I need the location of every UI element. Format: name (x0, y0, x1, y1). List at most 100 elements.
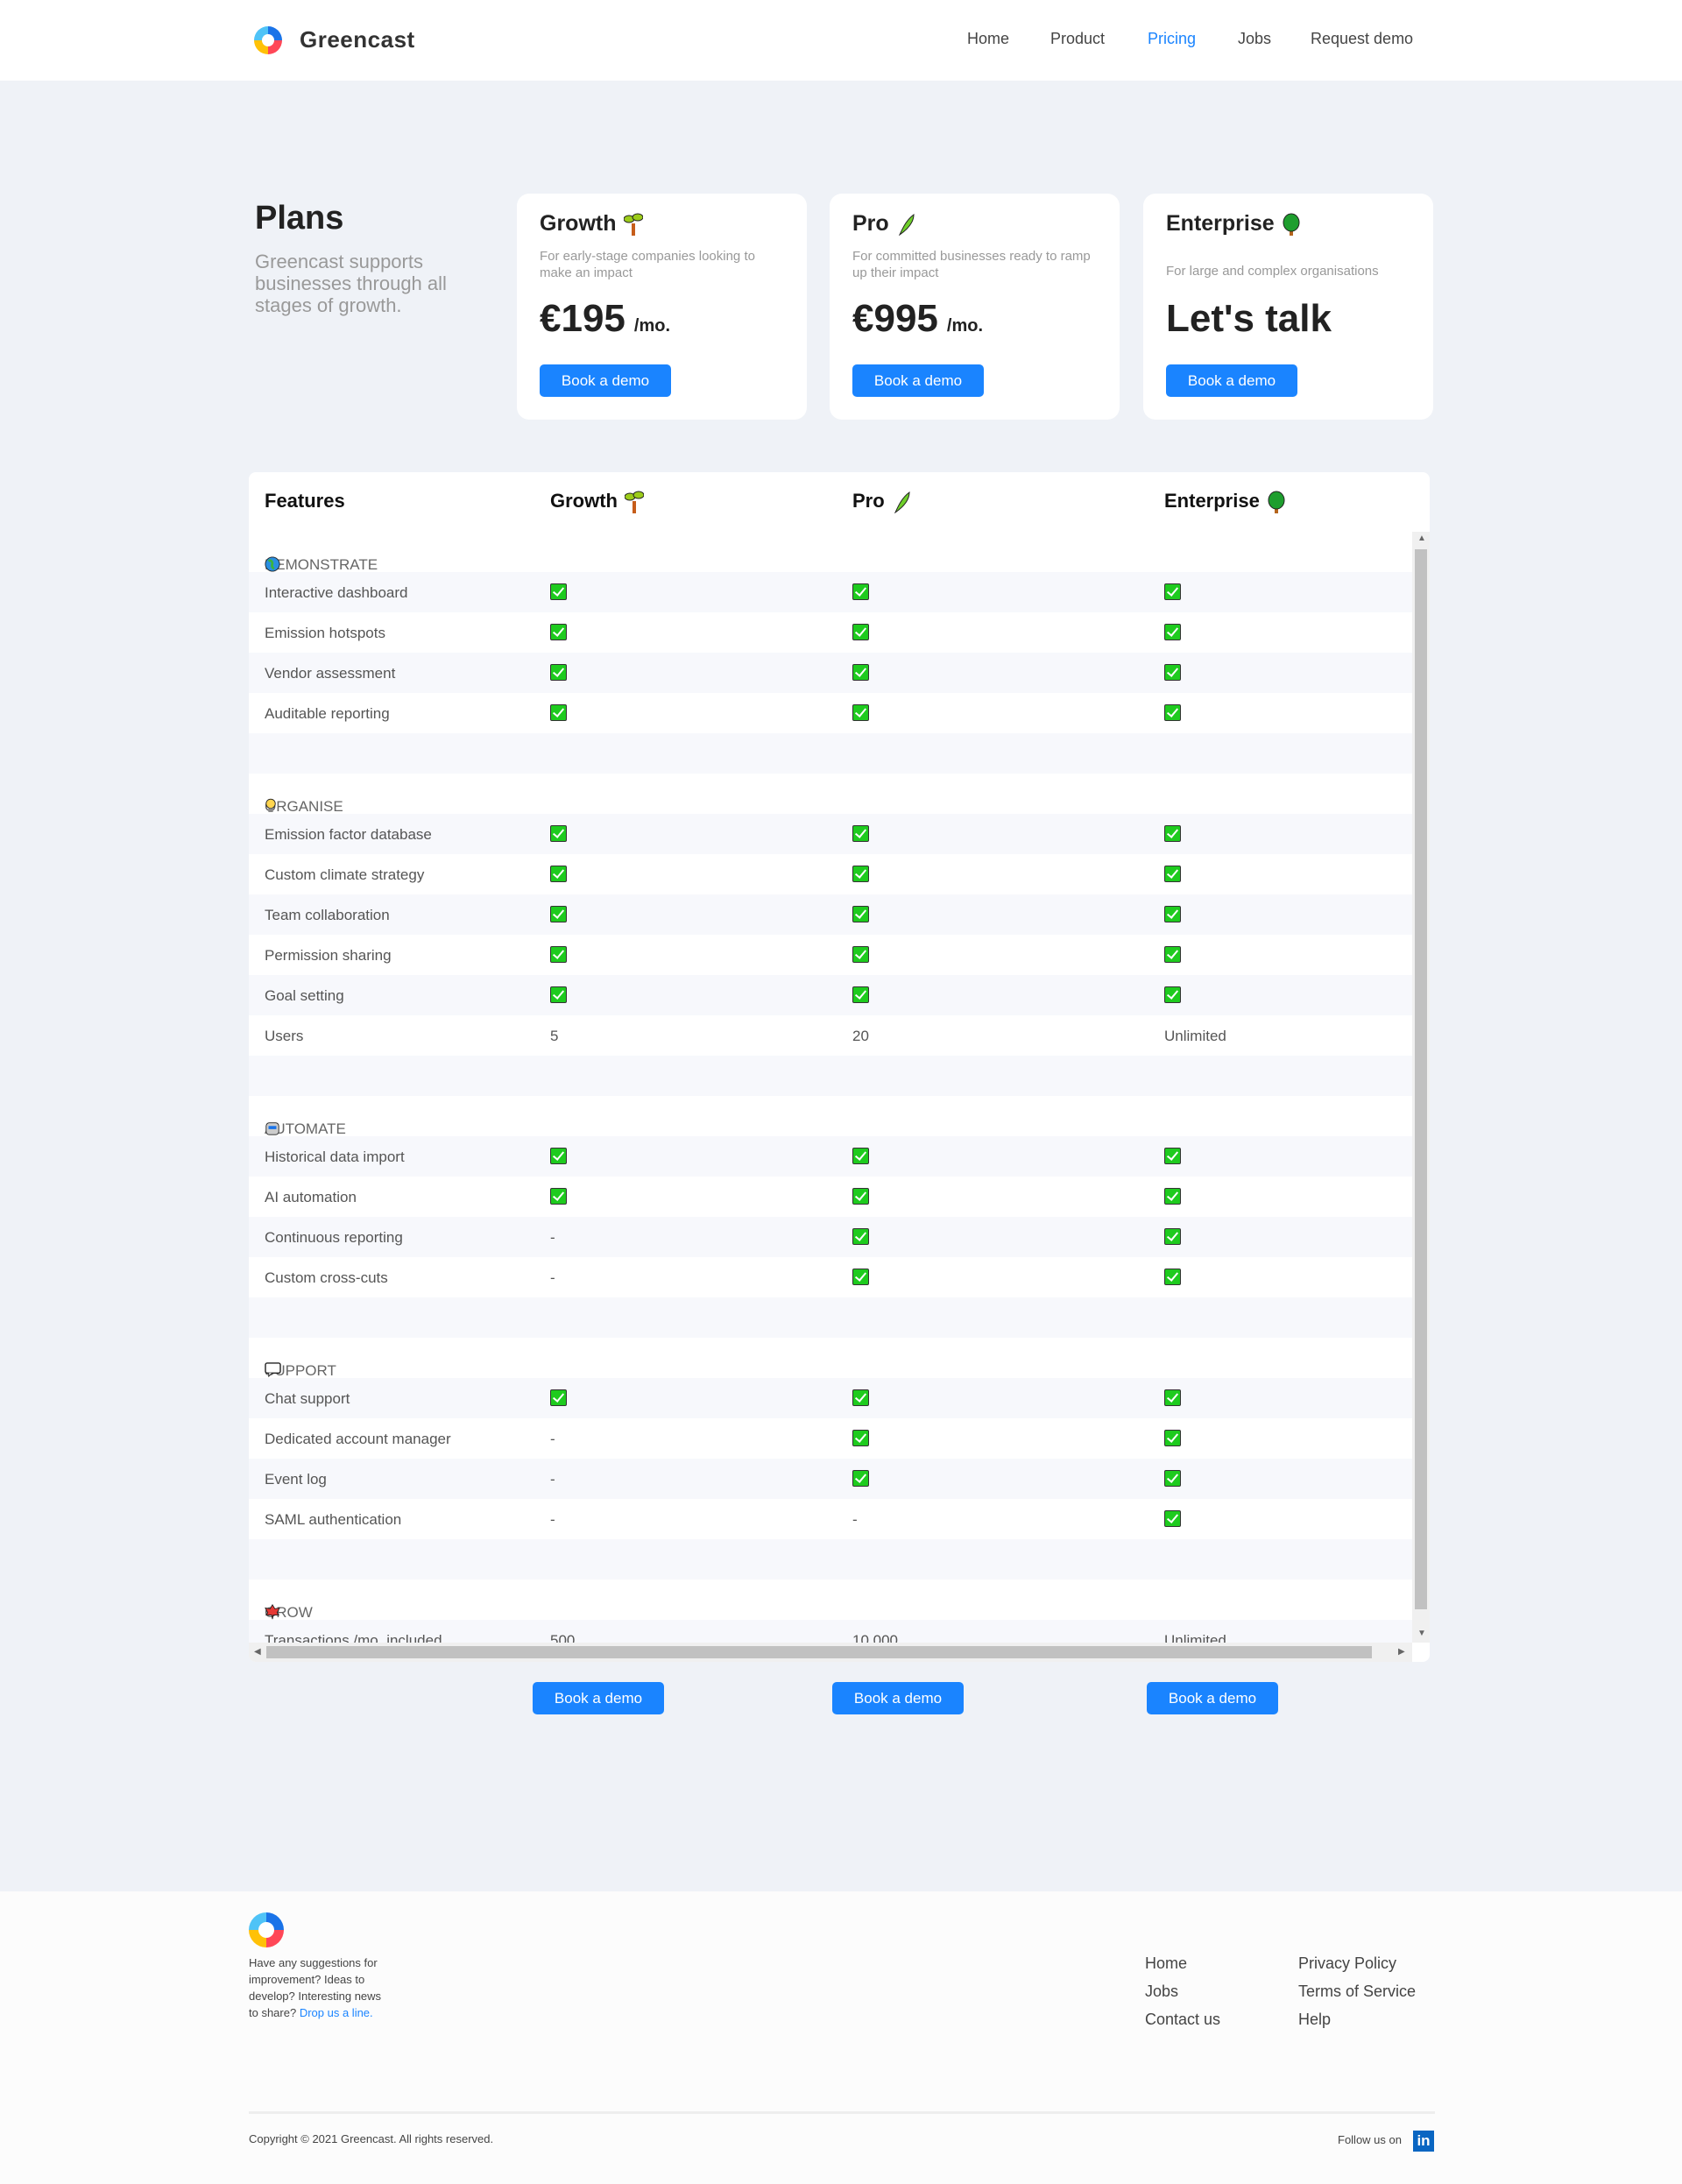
plan-name-label: Growth (540, 211, 617, 236)
table-row: Custom cross-cuts - (249, 1257, 1412, 1297)
check-icon (1164, 1430, 1181, 1446)
category-row: SUPPORT (249, 1338, 1412, 1379)
check-icon (550, 1148, 567, 1164)
table-row: Event log - (249, 1459, 1412, 1499)
nav-jobs[interactable]: Jobs (1238, 30, 1271, 48)
nav-home[interactable]: Home (967, 30, 1009, 48)
plan-card-enterprise: Enterprise For large and complex organis… (1143, 194, 1433, 420)
table-row: Historical data import (249, 1136, 1412, 1177)
plan-description: For committed businesses ready to ramp u… (852, 249, 1091, 280)
linkedin-icon[interactable]: in (1413, 2131, 1434, 2152)
check-icon (550, 825, 567, 842)
table-row: Chat support (249, 1378, 1412, 1418)
feature-name: Custom cross-cuts (265, 1269, 388, 1286)
footer-jobs[interactable]: Jobs (1145, 1983, 1178, 2001)
feature-value: 20 (852, 1028, 869, 1044)
check-icon (1164, 1228, 1181, 1245)
feature-name: Team collaboration (265, 907, 390, 923)
header-label: Enterprise (1164, 490, 1260, 512)
footer-terms[interactable]: Terms of Service (1298, 1983, 1416, 2001)
greencast-logo[interactable] (254, 26, 282, 54)
check-icon (550, 906, 567, 922)
horizontal-scrollbar[interactable]: ◀ ▶ (249, 1643, 1412, 1662)
plan-name: Enterprise (1166, 211, 1301, 237)
table-row: Auditable reporting (249, 693, 1412, 733)
scrollbar-thumb[interactable] (266, 1646, 1372, 1658)
header-label: Pro (852, 490, 885, 512)
table-row: AI automation (249, 1177, 1412, 1217)
price-value: Let's talk (1166, 297, 1332, 340)
check-icon (1164, 906, 1181, 922)
plan-name: Growth (540, 211, 643, 237)
plan-card-growth: Growth For early-stage companies looking… (517, 194, 807, 420)
table-row: Emission hotspots (249, 612, 1412, 653)
check-icon (550, 664, 567, 681)
check-icon (1164, 986, 1181, 1003)
header-growth: Growth (550, 490, 645, 514)
table-row: Vendor assessment (249, 653, 1412, 693)
spacer-row (249, 1056, 1412, 1096)
check-icon (852, 624, 869, 640)
check-icon (550, 946, 567, 963)
feature-value: - (550, 1229, 555, 1246)
check-icon (1164, 704, 1181, 721)
feature-value: Unlimited (1164, 1632, 1226, 1643)
plan-name-label: Pro (852, 211, 889, 236)
spacer-row (249, 733, 1412, 774)
plan-name: Pro (852, 211, 915, 237)
follow-us-label: Follow us on (1338, 2133, 1402, 2146)
table-scroll-area[interactable]: DEMONSTRATE Interactive dashboard Emissio… (249, 532, 1412, 1643)
header-enterprise: Enterprise (1164, 490, 1286, 514)
price-value: €195 (540, 297, 625, 340)
feature-value: 10,000 (852, 1632, 898, 1643)
seedling-icon (623, 213, 643, 237)
page-title: Plans (255, 200, 344, 237)
check-icon (1164, 664, 1181, 681)
check-icon (852, 1148, 869, 1164)
feature-name: Emission hotspots (265, 625, 385, 641)
check-icon (1164, 866, 1181, 882)
check-icon (1164, 1389, 1181, 1406)
pro-book-demo-button[interactable]: Book a demo (832, 1682, 964, 1714)
check-icon (550, 866, 567, 882)
book-demo-button[interactable]: Book a demo (852, 364, 984, 397)
feature-value: - (550, 1471, 555, 1488)
book-demo-button[interactable]: Book a demo (540, 364, 671, 397)
footer-privacy[interactable]: Privacy Policy (1298, 1954, 1396, 1973)
nav-pricing[interactable]: Pricing (1148, 30, 1196, 48)
tree-icon (1282, 213, 1301, 237)
growth-book-demo-button[interactable]: Book a demo (533, 1682, 664, 1714)
book-demo-button[interactable]: Book a demo (1166, 364, 1297, 397)
footer-help[interactable]: Help (1298, 2011, 1331, 2029)
plan-card-pro: Pro For committed businesses ready to ra… (830, 194, 1120, 420)
feature-value: 5 (550, 1028, 559, 1044)
nav-product[interactable]: Product (1050, 30, 1105, 48)
header-pro: Pro (852, 490, 911, 514)
check-icon (1164, 624, 1181, 640)
feature-name: Chat support (265, 1390, 350, 1407)
footer-home[interactable]: Home (1145, 1954, 1187, 1973)
footer-divider (249, 2111, 1435, 2114)
drop-us-a-line-link[interactable]: Drop us a line. (300, 2006, 373, 2019)
feature-value: - (550, 1511, 555, 1528)
scrollbar-thumb[interactable] (1415, 549, 1427, 1609)
check-icon (550, 986, 567, 1003)
check-icon (550, 1389, 567, 1406)
greencast-logo[interactable] (249, 1912, 284, 1947)
enterprise-book-demo-button[interactable]: Book a demo (1147, 1682, 1278, 1714)
category-name: DEMONSTRATE (265, 556, 378, 573)
brand-name[interactable]: Greencast (300, 26, 415, 53)
check-icon (1164, 825, 1181, 842)
table-row: Transactions /mo. included 500 10,000 Unlim… (249, 1620, 1412, 1643)
footer-contact[interactable]: Contact us (1145, 2011, 1220, 2029)
nav-request-demo[interactable]: Request demo (1311, 30, 1413, 48)
check-icon (1164, 583, 1181, 600)
category-row: ORGANISE (249, 774, 1412, 815)
feature-name: Event log (265, 1471, 327, 1488)
top-navbar: Greencast Home Product Pricing Jobs Requ… (0, 0, 1682, 81)
check-icon (550, 583, 567, 600)
category-row: AUTOMATE (249, 1096, 1412, 1137)
check-icon (1164, 1188, 1181, 1205)
vertical-scrollbar[interactable]: ▲ ▼ (1412, 532, 1430, 1643)
herb-icon (896, 213, 915, 237)
